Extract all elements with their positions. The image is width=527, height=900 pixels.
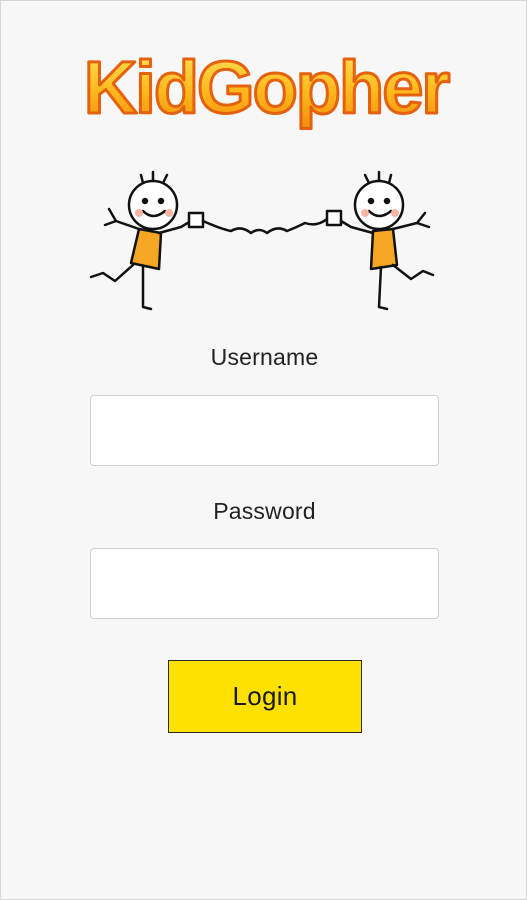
username-label: Username — [210, 344, 319, 370]
password-label: Password — [213, 498, 316, 524]
login-button[interactable]: Login — [168, 660, 362, 733]
kids-tin-can-phone-illustration — [89, 170, 435, 311]
kidgopher-logo: KidGopher — [82, 45, 451, 131]
login-screen: KidGopher Username Password Login — [0, 0, 527, 900]
username-field[interactable] — [90, 395, 439, 466]
logo-text: KidGopher — [84, 46, 450, 129]
password-field[interactable] — [90, 548, 439, 619]
